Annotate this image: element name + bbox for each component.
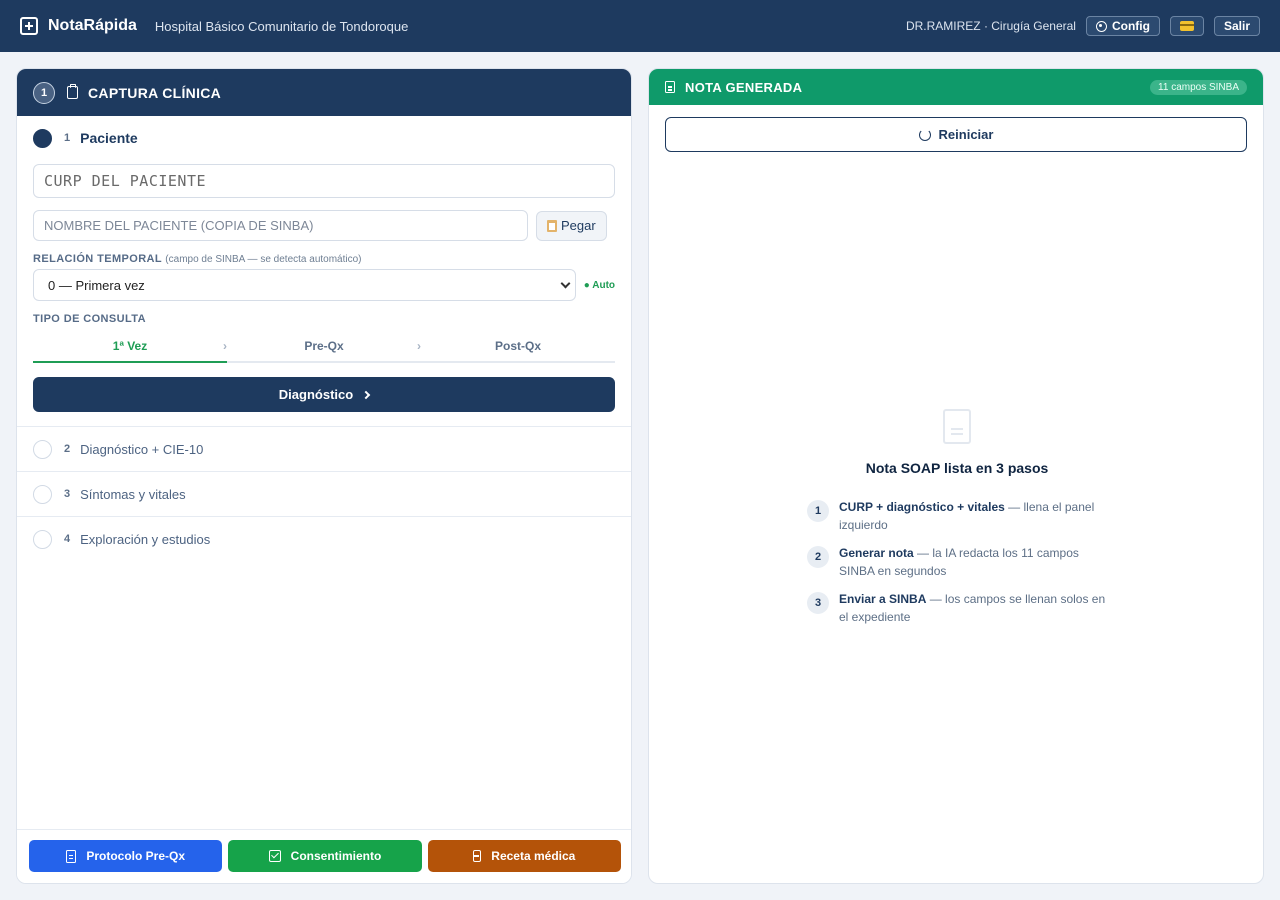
- next-label: Diagnóstico: [278, 387, 354, 402]
- instruction-text: CURP + diagnóstico + vitales — llena el …: [839, 498, 1107, 534]
- step-indicator: [33, 439, 52, 459]
- auto-tag: ● Auto: [583, 279, 616, 291]
- instruction-step: 2 Generar nota — la IA redacta los 11 ca…: [807, 544, 1107, 580]
- instruction-step: 1 CURP + diagnóstico + vitales — llena e…: [807, 498, 1107, 534]
- patient-name-input[interactable]: NOMBRE DEL PACIENTE (COPIA DE SINBA): [33, 210, 528, 241]
- user-info: DR.RAMIREZ · Cirugía General: [905, 19, 1076, 33]
- document-icon: [665, 81, 675, 93]
- pill-bottle-icon: [473, 850, 482, 862]
- step-exploration[interactable]: 4 Exploración y estudios: [17, 516, 631, 561]
- step-badge: 1: [33, 81, 55, 104]
- refresh-icon: [918, 128, 931, 141]
- step-number: 3: [64, 488, 71, 500]
- consent-label: Consentimiento: [290, 849, 382, 863]
- hospital-name: Hospital Básico Comunitario de Tondoroqu…: [154, 18, 409, 34]
- step-label: Diagnóstico + CIE-10: [80, 441, 204, 457]
- clipboard-icon: [547, 219, 557, 232]
- card-button[interactable]: [1169, 16, 1204, 36]
- generated-note-panel: NOTA GENERADA 11 campos SINBA Reiniciar …: [648, 68, 1264, 884]
- chevron-down-icon: [560, 278, 571, 289]
- top-right-actions: DR.RAMIREZ · Cirugía General Config Sali…: [906, 16, 1260, 36]
- top-bar: NotaRápida Hospital Básico Comunitario d…: [0, 0, 1280, 52]
- instruction-bold: Enviar a SINBA: [839, 592, 927, 606]
- empty-title: Nota SOAP lista en 3 pasos: [865, 460, 1049, 476]
- document-icon: [943, 409, 971, 444]
- instruction-number: 3: [807, 592, 829, 614]
- step-number: 2: [64, 443, 71, 455]
- tab-pre-qx[interactable]: Pre-Qx ›: [227, 331, 421, 361]
- checkbox-icon: [268, 850, 281, 862]
- tab-label: 1ª Vez: [112, 339, 148, 353]
- relation-label-text: RELACIÓN TEMPORAL: [33, 253, 162, 265]
- clipboard-icon: [67, 84, 78, 99]
- instruction-bold: Generar nota: [839, 546, 914, 560]
- relation-label: RELACIÓN TEMPORAL (campo de SINBA — se d…: [33, 253, 615, 265]
- protocol-label: Protocolo Pre-Qx: [86, 849, 185, 863]
- panel-header: 1 CAPTURA CLÍNICA: [17, 69, 631, 116]
- step-label: Paciente: [80, 130, 138, 146]
- instruction-step: 3 Enviar a SINBA — los campos se llenan …: [807, 590, 1107, 626]
- tab-label: Post-Qx: [494, 339, 541, 353]
- config-label: Config: [1111, 19, 1150, 33]
- tab-label: Pre-Qx: [304, 339, 344, 353]
- prescription-button[interactable]: Receta médica: [427, 840, 621, 872]
- consult-type-label: TIPO DE CONSULTA: [33, 313, 146, 325]
- panel-title: NOTA GENERADA: [685, 79, 803, 95]
- curp-input[interactable]: CURP DEL PACIENTE: [33, 164, 615, 198]
- patient-step-body: CURP DEL PACIENTE NOMBRE DEL PACIENTE (C…: [17, 160, 631, 426]
- step-patient[interactable]: 1 Paciente: [17, 116, 631, 160]
- brand-name: NotaRápida: [48, 17, 137, 34]
- step-symptoms[interactable]: 3 Síntomas y vitales: [17, 471, 631, 516]
- reset-button[interactable]: Reiniciar: [665, 117, 1247, 152]
- next-diagnosis-button[interactable]: Diagnóstico: [33, 377, 615, 412]
- panel-header: NOTA GENERADA 11 campos SINBA: [649, 69, 1263, 105]
- relation-row: 0 — Primera vez ● Auto: [33, 269, 615, 301]
- step-diagnosis[interactable]: 2 Diagnóstico + CIE-10: [17, 426, 631, 471]
- step-indicator: [33, 529, 52, 549]
- step-label: Exploración y estudios: [80, 531, 211, 547]
- step-number: 4: [64, 533, 71, 545]
- chevron-right-icon: [361, 390, 371, 399]
- card-icon: [1179, 21, 1194, 31]
- instruction-text: Enviar a SINBA — los campos se llenan so…: [839, 590, 1107, 626]
- panel-title: CAPTURA CLÍNICA: [88, 84, 222, 101]
- clinical-capture-panel: 1 CAPTURA CLÍNICA 1 Paciente CURP DEL PA…: [16, 68, 632, 884]
- empty-state: Nota SOAP lista en 3 pasos 1 CURP + diag…: [649, 409, 1263, 636]
- relation-hint: (campo de SINBA — se detecta automático): [165, 254, 362, 265]
- prescription-label: Receta médica: [491, 849, 576, 863]
- config-button[interactable]: Config: [1085, 16, 1160, 36]
- fields-badge: 11 campos SINBA: [1150, 79, 1247, 95]
- step-number: 1: [64, 132, 71, 144]
- instruction-bold: CURP + diagnóstico + vitales: [839, 500, 1005, 514]
- instruction-number: 1: [807, 500, 829, 522]
- paste-button[interactable]: Pegar: [536, 210, 607, 241]
- bottom-actions: Protocolo Pre-Qx Consentimiento Receta m…: [17, 829, 631, 883]
- tab-first-visit[interactable]: 1ª Vez ›: [33, 331, 227, 363]
- tab-post-qx[interactable]: Post-Qx: [421, 331, 615, 361]
- add-note-icon: [20, 17, 38, 35]
- gear-icon: [1095, 20, 1107, 32]
- step-label: Síntomas y vitales: [80, 486, 186, 502]
- name-row: NOMBRE DEL PACIENTE (COPIA DE SINBA) Peg…: [33, 210, 615, 241]
- step-indicator: [33, 484, 52, 504]
- relation-value: 0 — Primera vez: [48, 277, 145, 293]
- consent-button[interactable]: Consentimiento: [228, 840, 422, 872]
- step-indicator: [33, 128, 52, 148]
- instruction-steps: 1 CURP + diagnóstico + vitales — llena e…: [807, 498, 1107, 636]
- consult-tabs: 1ª Vez › Pre-Qx › Post-Qx: [33, 331, 615, 363]
- document-icon: [66, 849, 77, 863]
- logout-button[interactable]: Salir: [1213, 16, 1260, 36]
- instruction-number: 2: [807, 546, 829, 568]
- instruction-text: Generar nota — la IA redacta los 11 camp…: [839, 544, 1107, 580]
- brand[interactable]: NotaRápida: [20, 17, 137, 35]
- paste-label: Pegar: [561, 218, 596, 233]
- relation-select[interactable]: 0 — Primera vez: [33, 269, 576, 301]
- protocol-preqx-button[interactable]: Protocolo Pre-Qx: [29, 840, 223, 872]
- reset-label: Reiniciar: [938, 127, 994, 142]
